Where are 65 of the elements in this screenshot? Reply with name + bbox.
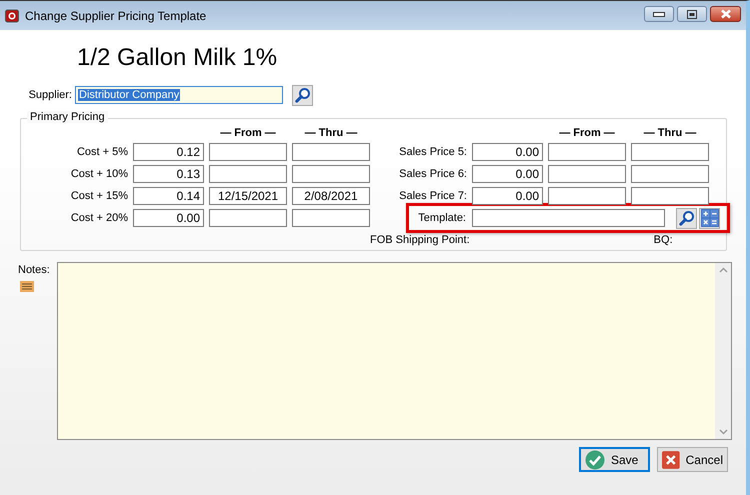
price-field[interactable]: 0.00 bbox=[133, 209, 204, 227]
supplier-value: Distributor Company bbox=[78, 89, 180, 101]
group-title: Primary Pricing bbox=[27, 111, 108, 123]
fob-label: FOB Shipping Point: bbox=[370, 234, 470, 246]
price-field[interactable]: 0.14 bbox=[133, 187, 204, 205]
supplier-label: Supplier: bbox=[28, 89, 72, 101]
thru-date-field[interactable] bbox=[631, 143, 709, 161]
from-date-field[interactable] bbox=[548, 187, 626, 205]
notes-icon bbox=[20, 281, 34, 292]
column-header: — From — bbox=[219, 127, 277, 139]
price-label: Sales Price 5: bbox=[398, 146, 467, 158]
close-button[interactable] bbox=[710, 6, 741, 22]
template-label: Template: bbox=[417, 212, 466, 224]
from-date-field[interactable] bbox=[209, 165, 287, 183]
thru-date-field[interactable] bbox=[631, 165, 709, 183]
maximize-icon bbox=[687, 10, 697, 18]
price-field[interactable]: 0.12 bbox=[133, 143, 204, 161]
thru-date-field[interactable]: 2/08/2021 bbox=[292, 187, 370, 205]
price-label: Cost + 10% bbox=[70, 168, 128, 180]
scroll-down-icon[interactable] bbox=[718, 429, 728, 435]
scroll-up-icon[interactable] bbox=[718, 267, 728, 273]
scrollbar[interactable] bbox=[715, 263, 731, 439]
thru-date-field[interactable] bbox=[292, 209, 370, 227]
price-label: Sales Price 6: bbox=[398, 168, 467, 180]
from-date-field[interactable] bbox=[548, 143, 626, 161]
column-header: — Thru — bbox=[642, 127, 698, 139]
search-button[interactable] bbox=[292, 84, 313, 106]
price-field[interactable]: 0.00 bbox=[472, 165, 543, 183]
notes-field[interactable] bbox=[57, 262, 732, 440]
thru-date-field[interactable] bbox=[292, 165, 370, 183]
template-field[interactable] bbox=[472, 209, 665, 227]
window-title: Change Supplier Pricing Template bbox=[25, 8, 206, 22]
price-label: Cost + 15% bbox=[70, 190, 128, 202]
close-icon bbox=[662, 450, 680, 468]
search-button[interactable] bbox=[676, 208, 697, 228]
price-field[interactable]: 0.13 bbox=[133, 165, 204, 183]
thru-date-field[interactable] bbox=[292, 143, 370, 161]
from-date-field[interactable]: 12/15/2021 bbox=[209, 187, 287, 205]
app-icon bbox=[5, 8, 19, 22]
notes-label: Notes: bbox=[18, 264, 51, 276]
from-date-field[interactable] bbox=[209, 209, 287, 227]
minimize-button[interactable] bbox=[644, 6, 674, 22]
thru-date-field[interactable] bbox=[631, 187, 709, 205]
search-icon bbox=[294, 87, 310, 103]
save-button[interactable]: Save bbox=[579, 447, 650, 472]
from-date-field[interactable] bbox=[548, 165, 626, 183]
price-label: Cost + 20% bbox=[70, 212, 128, 224]
minimize-icon bbox=[653, 12, 665, 16]
product-heading: 1/2 Gallon Milk 1% bbox=[77, 44, 278, 73]
bq-label: BQ: bbox=[654, 234, 673, 246]
price-field[interactable]: 0.00 bbox=[472, 187, 543, 205]
calculator-icon bbox=[700, 209, 718, 227]
column-header: — Thru — bbox=[304, 127, 358, 139]
search-icon bbox=[678, 210, 694, 226]
from-date-field[interactable] bbox=[209, 143, 287, 161]
column-header: — From — bbox=[558, 127, 616, 139]
price-label: Sales Price 7: bbox=[398, 190, 467, 202]
price-field[interactable]: 0.00 bbox=[472, 143, 543, 161]
supplier-field[interactable]: Distributor Company bbox=[75, 86, 283, 104]
price-label: Cost + 5% bbox=[76, 146, 128, 158]
maximize-button[interactable] bbox=[677, 6, 707, 22]
cancel-button[interactable]: Cancel bbox=[657, 447, 728, 472]
close-icon bbox=[720, 9, 732, 19]
calculator-button[interactable] bbox=[699, 208, 720, 228]
check-icon bbox=[585, 450, 605, 470]
